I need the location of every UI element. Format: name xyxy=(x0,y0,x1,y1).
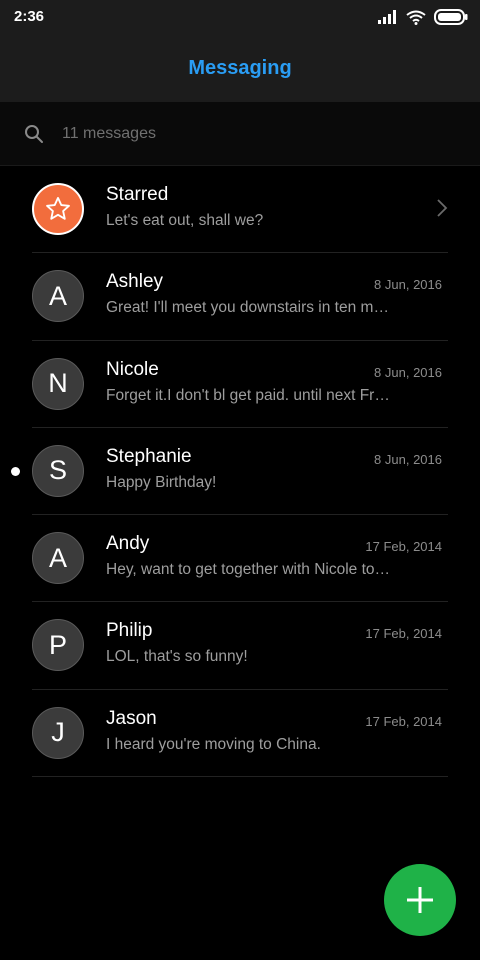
conversation-row-starred[interactable]: Starred Let's eat out, shall we? xyxy=(0,166,480,254)
conversation-name: Starred xyxy=(106,184,169,205)
conversation-row[interactable]: A Ashley 8 Jun, 2016 Great! I'll meet yo… xyxy=(0,253,480,341)
conversation-name: Ashley xyxy=(106,271,164,293)
conversation-date: 8 Jun, 2016 xyxy=(374,364,442,380)
search-bar[interactable] xyxy=(0,102,480,166)
status-time: 2:36 xyxy=(14,8,45,25)
status-bar: 2:36 xyxy=(0,0,480,34)
conversation-preview: Hey, want to get together with Nicole to… xyxy=(106,561,391,579)
avatar: J xyxy=(32,706,84,759)
star-icon xyxy=(46,196,70,220)
conversation-preview: Let's eat out, shall we? xyxy=(106,212,264,229)
app-header: Messaging xyxy=(0,34,480,102)
avatar: S xyxy=(32,444,84,497)
conversation-date: 17 Feb, 2014 xyxy=(365,626,442,642)
unread-dot xyxy=(11,466,20,476)
conversation-row[interactable]: S Stephanie 8 Jun, 2016 Happy Birthday! xyxy=(0,428,480,516)
battery-icon xyxy=(434,9,468,25)
avatar xyxy=(32,183,84,235)
plus-icon xyxy=(407,887,433,913)
conversation-name: Jason xyxy=(106,707,157,729)
conversation-name: Nicole xyxy=(106,358,159,380)
conversation-list: Starred Let's eat out, shall we? A Ashle… xyxy=(0,166,480,778)
conversation-name: Andy xyxy=(106,533,150,555)
conversation-preview: Happy Birthday! xyxy=(106,473,217,491)
status-icons xyxy=(378,8,468,26)
page-title: Messaging xyxy=(188,56,292,79)
conversation-preview: Forget it.I don't bl get paid. until nex… xyxy=(106,386,391,404)
conversation-preview: I heard you're moving to China. xyxy=(106,735,321,753)
wifi-icon xyxy=(406,10,426,25)
conversation-name: Philip xyxy=(106,620,153,642)
conversation-date: 17 Feb, 2014 xyxy=(365,713,442,729)
search-icon xyxy=(25,125,43,143)
divider xyxy=(32,776,448,778)
conversation-row[interactable]: J Jason 17 Feb, 2014 I heard you're movi… xyxy=(0,690,480,778)
conversation-row[interactable]: A Andy 17 Feb, 2014 Hey, want to get tog… xyxy=(0,515,480,603)
search-input[interactable] xyxy=(62,120,442,148)
new-message-button[interactable] xyxy=(384,864,456,936)
conversation-date: 8 Jun, 2016 xyxy=(374,277,442,293)
conversation-row[interactable]: N Nicole 8 Jun, 2016 Forget it.I don't b… xyxy=(0,341,480,428)
avatar: N xyxy=(32,357,84,410)
chevron-right-icon xyxy=(437,199,448,217)
avatar: P xyxy=(32,619,84,672)
conversation-name: Stephanie xyxy=(106,445,192,467)
avatar: A xyxy=(32,532,84,585)
conversation-row[interactable]: P Philip 17 Feb, 2014 LOL, that's so fun… xyxy=(0,602,480,690)
avatar: A xyxy=(32,270,84,323)
conversation-date: 17 Feb, 2014 xyxy=(365,539,442,555)
signal-icon xyxy=(378,10,396,24)
conversation-date: 8 Jun, 2016 xyxy=(374,451,442,467)
conversation-preview: Great! I'll meet you downstairs in ten m… xyxy=(106,299,391,317)
conversation-preview: LOL, that's so funny! xyxy=(106,648,248,666)
